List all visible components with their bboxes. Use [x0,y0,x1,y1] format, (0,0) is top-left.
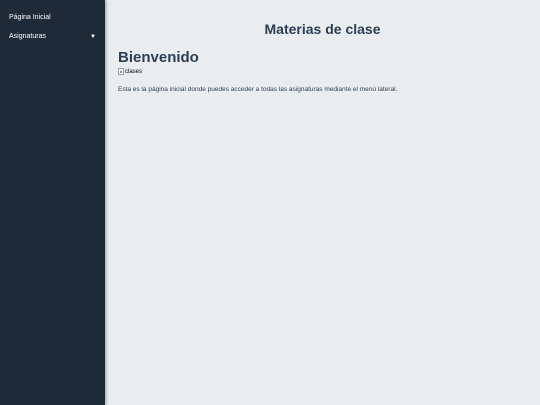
main-content: Materias de clase Bienvenido clases Esta… [105,0,540,405]
sidebar-item-label: Página Inicial [9,14,51,21]
sidebar-item-label: Asignaturas [9,33,46,40]
intro-paragraph: Esta es la página inicial donde puedes a… [118,86,398,93]
image-alt-text: clases [125,68,143,75]
page-title: Materias de clase [264,21,381,37]
sidebar-item-pagina-inicial[interactable]: Página Inicial [0,8,105,27]
welcome-heading: Bienvenido [118,49,199,66]
broken-image-icon [118,68,124,75]
sidebar-item-asignaturas[interactable]: Asignaturas ▼ [0,27,105,46]
sidebar: Página Inicial Asignaturas ▼ [0,0,105,405]
broken-image-placeholder: clases [118,68,142,75]
chevron-down-icon: ▼ [90,33,96,40]
